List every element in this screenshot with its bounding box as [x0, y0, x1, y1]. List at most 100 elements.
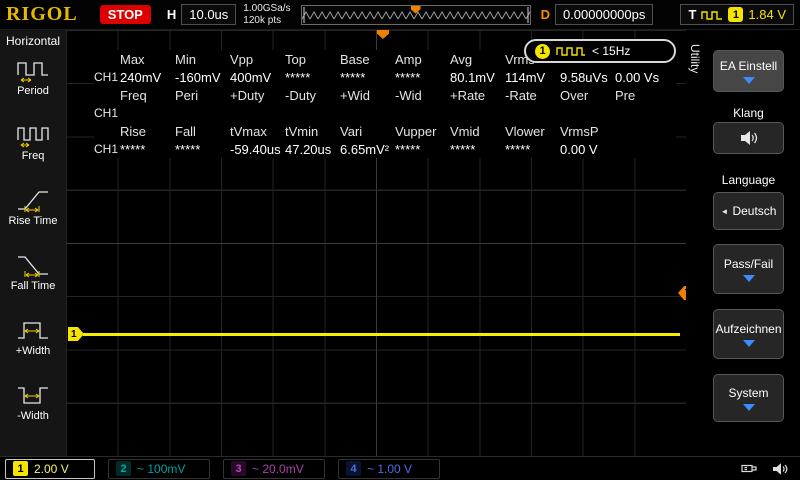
trigger-frequency-value: < 15Hz — [592, 44, 631, 58]
menu-record-button[interactable]: Aufzeichnen — [713, 309, 784, 359]
meas-header: tVmax — [230, 123, 267, 139]
channel-label: CH1 — [94, 70, 119, 84]
chevron-down-icon — [742, 339, 755, 347]
meas-header: +Rate — [450, 87, 486, 103]
meas-header: Over — [560, 87, 589, 103]
menu-system-button[interactable]: System — [713, 374, 784, 422]
measurement-header-row: Rise Fall tVmax tVmin Vari Vupper Vmid V… — [94, 122, 676, 140]
menu-language-button[interactable]: ◄ Deutsch — [713, 192, 784, 230]
delay-label: D — [540, 7, 550, 22]
meas-value: 9.58uVs — [560, 69, 608, 85]
meas-value: ***** — [175, 141, 201, 157]
sidebar-item-label: Freq — [21, 150, 45, 162]
channel-2-status[interactable]: 2 ~ 100mV — [108, 458, 210, 479]
meas-value: ***** — [340, 69, 366, 85]
meas-value: ***** — [450, 141, 476, 157]
meas-value: -59.40us — [230, 141, 281, 157]
fall-time-icon — [18, 256, 48, 278]
channel-3-status[interactable]: 3 ~ 20.0mV — [223, 458, 325, 479]
sidebar-item-period[interactable]: Period — [0, 51, 66, 116]
meas-value: ***** — [120, 141, 146, 157]
trigger-status-group: T 1 1.84 V — [680, 4, 794, 25]
menu-sound-button[interactable] — [713, 122, 784, 154]
meas-value: ***** — [395, 141, 421, 157]
meas-value: ***** — [285, 69, 311, 85]
menu-io-setup-button[interactable]: EA Einstell — [713, 50, 784, 92]
sample-rate: 1.00GSa/s — [243, 3, 291, 14]
channel-1-status[interactable]: 1 2.00 V — [5, 458, 95, 479]
language-value: Deutsch — [732, 204, 777, 218]
utility-tab: Utility — [688, 44, 702, 74]
meas-header: Vmid — [450, 123, 480, 139]
sidebar-item-freq[interactable]: Freq — [0, 116, 66, 181]
channel-4-chip: 4 — [346, 461, 361, 476]
meas-header: Pre — [615, 87, 636, 103]
rise-time-icon — [18, 191, 48, 213]
meas-header: -Rate — [505, 87, 537, 103]
sidebar-item-label: Rise Time — [8, 215, 58, 227]
channel-label: CH1 — [94, 142, 119, 156]
chevron-down-icon — [742, 274, 755, 282]
measurement-value-row: CH1 ***** ***** -59.40us 47.20us 6.65mV²… — [94, 140, 676, 158]
channel-4-scale: 1.00 V — [377, 461, 413, 476]
sidebar-item-fall-time[interactable]: Fall Time — [0, 246, 66, 311]
sidebar-item-minus-width[interactable]: -Width — [0, 376, 66, 441]
memory-depth: 120k pts — [243, 14, 282, 26]
channel-3-coupling: ~ — [252, 461, 260, 476]
meas-header: -Duty — [285, 87, 317, 103]
meas-header: Rise — [120, 123, 147, 139]
menu-io-setup-label: EA Einstell — [719, 58, 778, 73]
meas-header: Min — [175, 51, 196, 67]
meas-value: ***** — [395, 69, 421, 85]
meas-value: 114mV — [505, 69, 546, 85]
ch1-position-marker[interactable]: 1 — [68, 327, 84, 341]
channel-4-coupling: ~ — [367, 461, 375, 476]
plus-width-icon — [18, 322, 48, 339]
sidebar-item-plus-width[interactable]: +Width — [0, 311, 66, 376]
menu-pass-fail-label: Pass/Fail — [723, 256, 774, 271]
sidebar-item-label: Fall Time — [10, 280, 56, 292]
menu-sound-label: Klang — [733, 106, 764, 120]
waveform-display-grid: Max Min Vpp Top Base Amp Avg Vrms CH1 24… — [66, 30, 694, 456]
language-prev-icon: ◄ — [720, 206, 729, 216]
meas-header: Max — [120, 51, 145, 67]
meas-value: 0.00 Vs — [615, 69, 660, 85]
horizontal-measure-sidebar: Horizontal Period Freq Rise Time Fall Ti… — [0, 30, 66, 456]
meas-header: VrmsP — [560, 123, 599, 139]
rigol-logo: RIGOL — [6, 3, 78, 25]
meas-value: 6.65mV² — [340, 141, 390, 157]
meas-header: Fall — [175, 123, 196, 139]
channel-4-status[interactable]: 4 ~ 1.00 V — [338, 458, 440, 479]
freq-icon — [17, 127, 49, 148]
channel-2-coupling: ~ — [137, 461, 145, 476]
meas-value: 400mV — [230, 69, 272, 85]
meas-value: 240mV — [120, 69, 162, 85]
meas-header: Peri — [175, 87, 199, 103]
channel-2-chip: 2 — [116, 461, 131, 476]
trigger-position-top-marker-icon[interactable] — [377, 30, 389, 39]
status-icons — [741, 462, 795, 476]
meas-header: +Wid — [340, 87, 370, 103]
sidebar-item-label: Period — [17, 85, 49, 97]
channel-label: CH1 — [94, 106, 119, 120]
menu-pass-fail-button[interactable]: Pass/Fail — [713, 244, 784, 294]
timebase-readout: 10.0us — [181, 4, 237, 25]
sidebar-item-rise-time[interactable]: Rise Time — [0, 181, 66, 246]
meas-value: 80.1mV — [450, 69, 495, 85]
ch1-waveform-trace — [83, 333, 680, 336]
meas-header: Amp — [395, 51, 422, 67]
trigger-frequency-badge: 1 < 15Hz — [524, 39, 676, 63]
horizontal-label: H — [166, 7, 177, 22]
meas-header: Vpp — [230, 51, 254, 67]
meas-value: ***** — [505, 141, 531, 157]
measurement-table: Max Min Vpp Top Base Amp Avg Vrms CH1 24… — [94, 50, 676, 158]
meas-header: Top — [285, 51, 306, 67]
pulse-train-icon — [556, 47, 585, 56]
trigger-edge-icon — [701, 10, 723, 20]
run-state-badge: STOP — [99, 5, 151, 24]
sidebar-item-label: +Width — [15, 345, 51, 357]
meas-header: Vupper — [395, 123, 437, 139]
measurement-header-row: Freq Peri +Duty -Duty +Wid -Wid +Rate -R… — [94, 86, 676, 104]
meas-value: 47.20us — [285, 141, 332, 157]
measurement-value-row: CH1 240mV -160mV 400mV ***** ***** *****… — [94, 68, 676, 86]
